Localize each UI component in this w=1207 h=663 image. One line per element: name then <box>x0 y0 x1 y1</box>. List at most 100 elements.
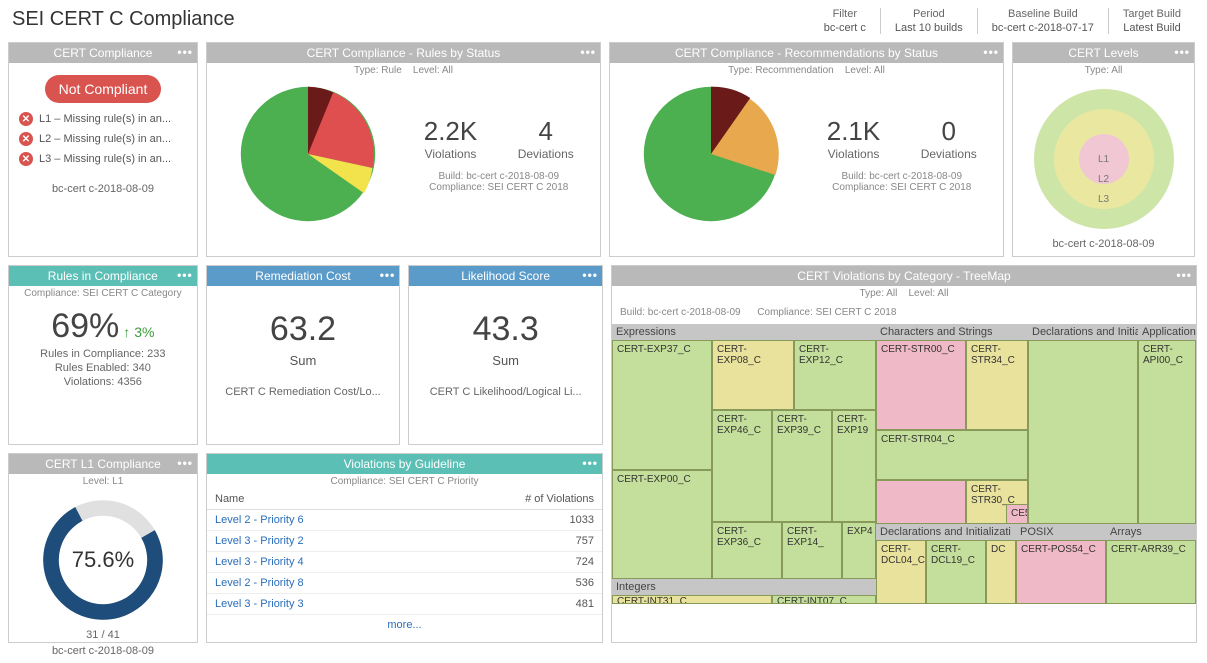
compliance-line: Compliance: SEI CERT C 2018 <box>404 182 595 193</box>
missing-rule-l3[interactable]: ✕L3 – Missing rule(s) in an... <box>15 149 191 169</box>
tm-cell[interactable]: CERT-STR34_C <box>966 340 1028 430</box>
tm-group-decl2[interactable]: Declarations and Initializati <box>876 524 1016 540</box>
violations-label: Violations <box>827 147 881 161</box>
panel-cert-compliance: CERT Compliance ••• Not Compliant ✕L1 – … <box>8 42 198 257</box>
tm-cell[interactable]: CERT-EXP19 <box>832 410 876 522</box>
donut-pct: 75.6% <box>38 495 168 625</box>
levels-rings-chart[interactable]: L1 L2 L3 <box>1029 84 1179 234</box>
tm-group-expressions[interactable]: Expressions <box>612 324 876 340</box>
panel-header: CERT L1 Compliance ••• <box>9 454 197 474</box>
panel-menu-icon[interactable]: ••• <box>983 45 999 59</box>
donut-chart[interactable]: 75.6% <box>38 495 168 625</box>
cell-name: Level 2 - Priority 8 <box>207 573 425 594</box>
table-row[interactable]: Level 3 - Priority 4724 <box>207 552 602 573</box>
panel-header: Violations by Guideline ••• <box>207 454 602 474</box>
tm-cell[interactable]: CERT-EXP39_C <box>772 410 832 522</box>
tm-cell[interactable]: CERT-DCL04_C <box>876 540 926 604</box>
col-name[interactable]: Name <box>207 489 425 510</box>
panel-menu-icon[interactable]: ••• <box>177 45 193 59</box>
filter-target[interactable]: Target Build Latest Build <box>1109 8 1195 34</box>
header-filters: Filter bc-cert c Period Last 10 builds B… <box>810 8 1195 34</box>
cell-name: Level 3 - Priority 4 <box>207 552 425 573</box>
ring-label-l3: L3 <box>1029 194 1179 205</box>
filter-label: Period <box>895 8 963 20</box>
tm-group-posix[interactable]: POSIX <box>1016 524 1106 540</box>
tm-cell[interactable] <box>876 480 966 524</box>
more-link[interactable]: more... <box>207 615 602 635</box>
panel-menu-icon[interactable]: ••• <box>582 268 598 282</box>
filter-filter[interactable]: Filter bc-cert c <box>810 8 881 34</box>
panel-menu-icon[interactable]: ••• <box>1174 45 1190 59</box>
tm-cell[interactable]: CERT-API00_C <box>1138 340 1196 524</box>
tm-group-chars[interactable]: Characters and Strings <box>876 324 1028 340</box>
panel-header: Rules in Compliance ••• <box>9 266 197 286</box>
tm-cell[interactable]: CERT-INT07_C <box>772 595 876 604</box>
tm-cell[interactable]: CERT-INT31_C <box>612 595 772 604</box>
tm-cell[interactable]: DC <box>986 540 1016 604</box>
tm-cell[interactable]: CERT-EXP00_C <box>612 470 712 579</box>
compliance-line: Compliance: SEI CERT C 2018 <box>807 182 998 193</box>
tm-cell[interactable]: CE5 <box>1006 504 1028 524</box>
pie-chart-recs[interactable] <box>616 84 807 224</box>
tm-cell[interactable]: CERT-EXP14_ <box>782 522 842 579</box>
panel-menu-icon[interactable]: ••• <box>582 456 598 470</box>
panel-menu-icon[interactable]: ••• <box>177 456 193 470</box>
tm-group-api[interactable]: Application Programm <box>1138 324 1196 340</box>
tm-cell[interactable]: CERT-EXP12_C <box>794 340 876 410</box>
pie-chart-rules[interactable] <box>213 84 404 224</box>
table-row[interactable]: Level 3 - Priority 2757 <box>207 531 602 552</box>
tm-cell[interactable] <box>1028 340 1138 524</box>
tm-group-decl[interactable]: Declarations and Initializati <box>1028 324 1138 340</box>
panel-remediation-cost: Remediation Cost ••• 63.2 Sum CERT C Rem… <box>206 265 401 445</box>
tm-cell[interactable]: CERT-EXP36_C <box>712 522 782 579</box>
panel-header: Remediation Cost ••• <box>207 266 400 286</box>
panel-title: Violations by Guideline <box>344 457 466 471</box>
panel-title: CERT Compliance - Rules by Status <box>307 46 501 60</box>
panel-header: CERT Levels ••• <box>1013 43 1194 63</box>
panel-cert-levels: CERT Levels ••• Type: All L1 L2 L3 bc-ce… <box>1012 42 1195 257</box>
stat-violations: Violations: 4356 <box>15 376 191 388</box>
tm-cell[interactable]: CERT-STR04_C <box>876 430 1028 480</box>
panel-likelihood-score: Likelihood Score ••• 43.3 Sum CERT C Lik… <box>408 265 603 445</box>
col-count[interactable]: # of Violations <box>425 489 602 510</box>
deviations-label: Deviations <box>921 147 977 161</box>
tm-cell[interactable]: CERT-DCL19_C <box>926 540 986 604</box>
panel-rules-compliance: Rules in Compliance ••• Compliance: SEI … <box>8 265 198 445</box>
tm-group-integers[interactable]: Integers <box>612 579 876 595</box>
tm-cell[interactable]: CERT-POS54_C <box>1016 540 1106 604</box>
tm-cell[interactable]: CERT-ARR39_C <box>1106 540 1196 604</box>
filter-period[interactable]: Period Last 10 builds <box>881 8 978 34</box>
panel-subtitle: Compliance: SEI CERT C Category <box>9 286 197 301</box>
build-label: bc-cert c-2018-08-09 <box>1019 238 1188 250</box>
treemap-chart[interactable]: Expressions Characters and Strings Decla… <box>612 324 1196 604</box>
likelihood-value: 43.3 <box>415 310 596 349</box>
filter-baseline[interactable]: Baseline Build bc-cert c-2018-07-17 <box>978 8 1109 34</box>
panel-menu-icon[interactable]: ••• <box>177 268 193 282</box>
panel-header: Likelihood Score ••• <box>409 266 602 286</box>
tm-group-arrays[interactable]: Arrays <box>1106 524 1196 540</box>
likelihood-label: Sum <box>415 353 596 368</box>
missing-rule-l1[interactable]: ✕L1 – Missing rule(s) in an... <box>15 109 191 129</box>
panel-recs-by-status: CERT Compliance - Recommendations by Sta… <box>609 42 1004 257</box>
panel-menu-icon[interactable]: ••• <box>380 268 396 282</box>
table-row[interactable]: Level 3 - Priority 3481 <box>207 594 602 615</box>
table-row[interactable]: Level 2 - Priority 8536 <box>207 573 602 594</box>
tm-cell[interactable]: CERT-EXP08_C <box>712 340 794 410</box>
tm-cell[interactable]: CERT-EXP37_C <box>612 340 712 470</box>
panel-title: CERT Compliance - Recommendations by Sta… <box>675 46 938 60</box>
panel-subtitle: Type: All <box>1013 63 1194 78</box>
x-icon: ✕ <box>19 152 33 166</box>
table-row[interactable]: Level 2 - Priority 61033 <box>207 510 602 531</box>
panel-subtitle: Type: All Level: All <box>612 286 1196 301</box>
tm-cell[interactable]: CERT-EXP46_C <box>712 410 772 522</box>
tm-cell[interactable]: EXP4 <box>842 522 876 579</box>
filter-value: Last 10 builds <box>895 22 963 34</box>
missing-rule-l2[interactable]: ✕L2 – Missing rule(s) in an... <box>15 129 191 149</box>
filter-label: Target Build <box>1123 8 1181 20</box>
tm-cell[interactable]: CERT-STR00_C <box>876 340 966 430</box>
x-icon: ✕ <box>19 112 33 126</box>
panel-menu-icon[interactable]: ••• <box>1176 268 1192 282</box>
panel-menu-icon[interactable]: ••• <box>580 45 596 59</box>
panel-subtitle: Type: Rule Level: All <box>207 63 600 78</box>
panel-header: CERT Compliance - Recommendations by Sta… <box>610 43 1003 63</box>
